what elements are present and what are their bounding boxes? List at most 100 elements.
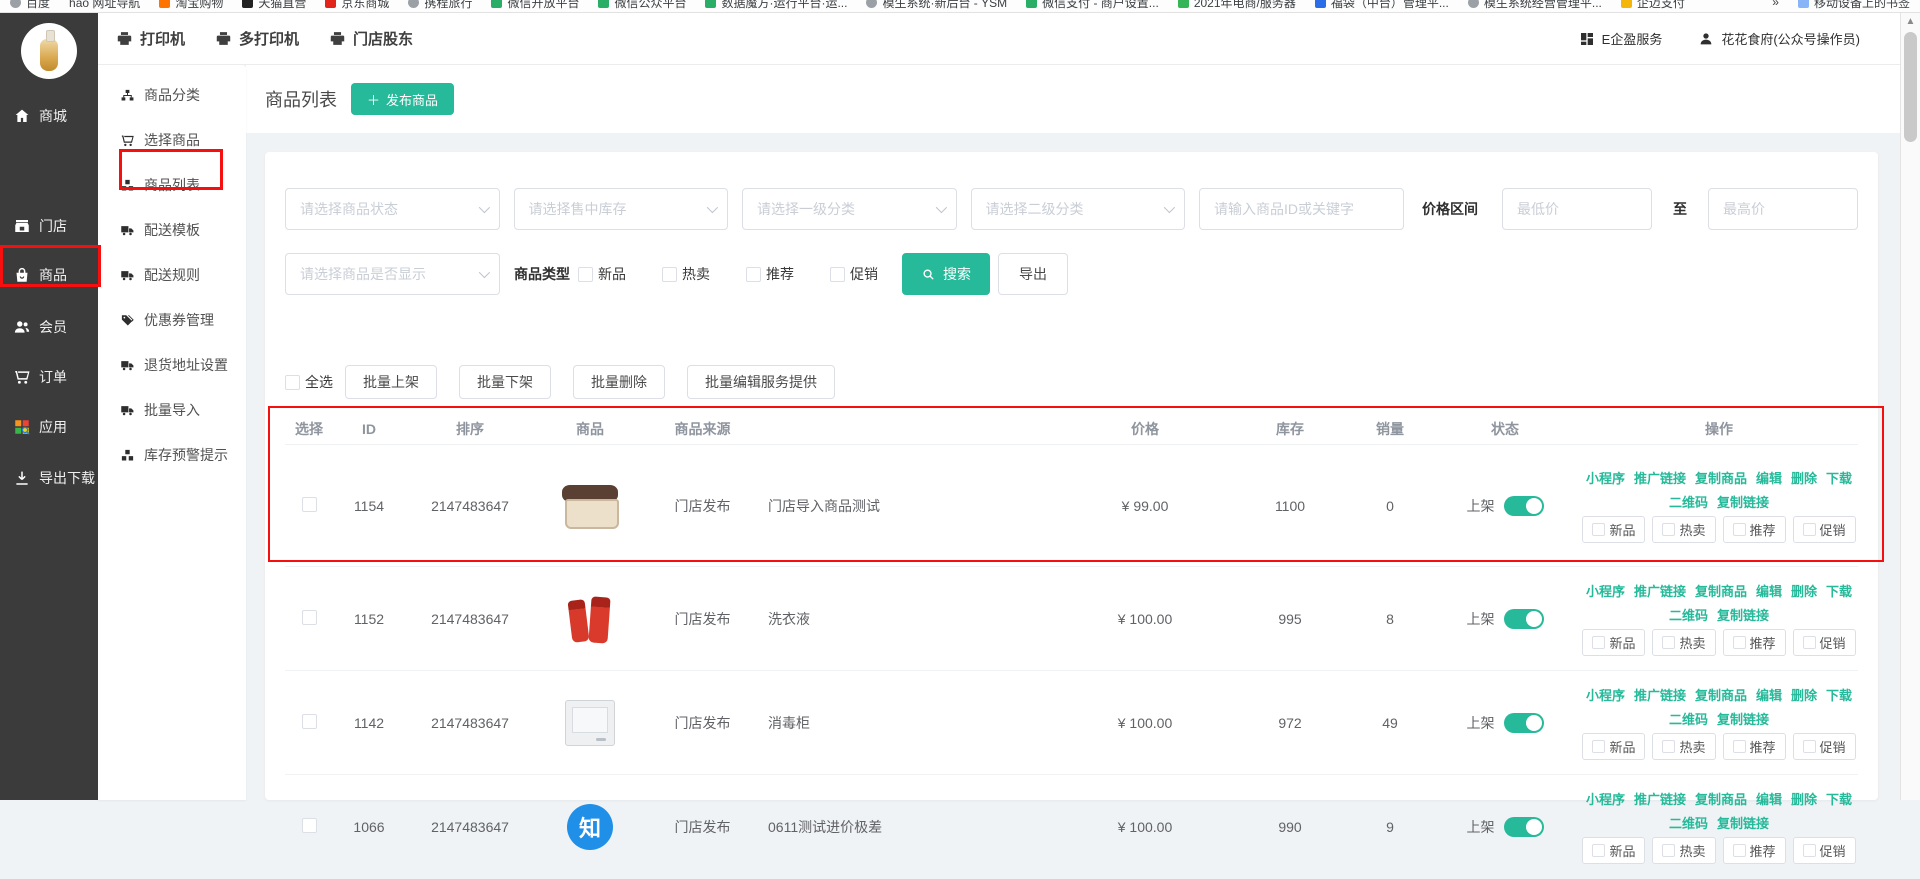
op-link-二维码[interactable]: 二维码 bbox=[1669, 709, 1708, 728]
status-toggle[interactable] bbox=[1504, 817, 1544, 837]
product-type-checkbox[interactable]: 新品 bbox=[578, 264, 626, 284]
op-link-小程序[interactable]: 小程序 bbox=[1586, 581, 1625, 600]
subsidebar-item-商品分类[interactable]: 商品分类 bbox=[98, 73, 246, 117]
subsidebar-item-选择商品[interactable]: 选择商品 bbox=[98, 118, 246, 162]
price-max-input[interactable] bbox=[1708, 188, 1858, 230]
row-checkbox[interactable] bbox=[302, 610, 317, 625]
filter-select[interactable]: 请选择二级分类 bbox=[971, 188, 1186, 230]
sidebar-item-商品[interactable]: 商品 bbox=[0, 263, 98, 287]
op-link-复制商品[interactable]: 复制商品 bbox=[1695, 581, 1747, 600]
batch-button-批量上架[interactable]: 批量上架 bbox=[345, 365, 437, 399]
op-tag-新品[interactable]: 新品 bbox=[1582, 733, 1645, 760]
bookmark-item[interactable]: hao 网址导航 bbox=[69, 0, 140, 11]
op-link-编辑[interactable]: 编辑 bbox=[1756, 581, 1782, 600]
op-link-删除[interactable]: 删除 bbox=[1791, 581, 1817, 600]
row-checkbox[interactable] bbox=[302, 818, 317, 833]
op-link-复制链接[interactable]: 复制链接 bbox=[1717, 605, 1769, 624]
op-link-复制链接[interactable]: 复制链接 bbox=[1717, 709, 1769, 728]
op-tag-新品[interactable]: 新品 bbox=[1582, 837, 1645, 864]
product-type-checkbox[interactable]: 促销 bbox=[830, 264, 878, 284]
sidebar-item-会员[interactable]: 会员 bbox=[0, 315, 98, 339]
op-tag-热卖[interactable]: 热卖 bbox=[1652, 516, 1715, 543]
bookmark-item[interactable]: » bbox=[1772, 0, 1779, 9]
bookmark-item[interactable]: 数据魔方·运行平台·运... bbox=[705, 0, 847, 11]
op-link-下载[interactable]: 下载 bbox=[1826, 685, 1852, 704]
filter-select[interactable]: 请选择一级分类 bbox=[742, 188, 957, 230]
service-menu-item[interactable]: E企盈服务 bbox=[1579, 29, 1663, 48]
bookmark-item[interactable]: 福袋（中台）管理平... bbox=[1315, 0, 1449, 11]
subsidebar-item-配送规则[interactable]: 配送规则 bbox=[98, 253, 246, 297]
op-link-删除[interactable]: 删除 bbox=[1791, 685, 1817, 704]
search-button[interactable]: 搜索 bbox=[902, 253, 990, 295]
op-link-下载[interactable]: 下载 bbox=[1826, 581, 1852, 600]
subsidebar-item-商品列表[interactable]: 商品列表 bbox=[98, 163, 246, 207]
op-tag-促销[interactable]: 促销 bbox=[1793, 733, 1856, 760]
op-link-删除[interactable]: 删除 bbox=[1791, 468, 1817, 487]
sidebar-item-订单[interactable]: 订单 bbox=[0, 365, 98, 389]
op-link-小程序[interactable]: 小程序 bbox=[1586, 468, 1625, 487]
select-all-control[interactable]: 全选 bbox=[285, 372, 333, 392]
op-tag-促销[interactable]: 促销 bbox=[1793, 516, 1856, 543]
op-link-推广链接[interactable]: 推广链接 bbox=[1634, 581, 1686, 600]
row-checkbox[interactable] bbox=[302, 714, 317, 729]
op-link-复制链接[interactable]: 复制链接 bbox=[1717, 492, 1769, 511]
bookmark-item[interactable]: 微信公众平台 bbox=[598, 0, 686, 11]
status-toggle[interactable] bbox=[1504, 496, 1544, 516]
batch-button-批量删除[interactable]: 批量删除 bbox=[573, 365, 665, 399]
op-link-删除[interactable]: 删除 bbox=[1791, 789, 1817, 808]
batch-button-批量下架[interactable]: 批量下架 bbox=[459, 365, 551, 399]
bookmark-item[interactable]: 百度 bbox=[10, 0, 50, 11]
sidebar-item-门店[interactable]: 门店 bbox=[0, 214, 98, 238]
bookmark-item[interactable]: 淘宝购物 bbox=[159, 0, 223, 11]
account-menu-item[interactable]: 花花食府(公众号操作员) bbox=[1698, 29, 1860, 48]
filter-select[interactable]: 请选择售中库存 bbox=[514, 188, 729, 230]
op-tag-促销[interactable]: 促销 bbox=[1793, 629, 1856, 656]
status-toggle[interactable] bbox=[1504, 609, 1544, 629]
bookmark-item[interactable]: 京东商城 bbox=[325, 0, 389, 11]
op-tag-热卖[interactable]: 热卖 bbox=[1652, 837, 1715, 864]
header-button-门店股东[interactable]: 门店股东 bbox=[329, 28, 413, 49]
op-link-小程序[interactable]: 小程序 bbox=[1586, 789, 1625, 808]
op-link-下载[interactable]: 下载 bbox=[1826, 789, 1852, 808]
keyword-input[interactable] bbox=[1199, 188, 1404, 230]
op-link-推广链接[interactable]: 推广链接 bbox=[1634, 468, 1686, 487]
select-all-checkbox[interactable] bbox=[285, 375, 300, 390]
subsidebar-item-退货地址设置[interactable]: 退货地址设置 bbox=[98, 343, 246, 387]
op-link-编辑[interactable]: 编辑 bbox=[1756, 685, 1782, 704]
bookmark-item[interactable]: 天猫直营 bbox=[242, 0, 306, 11]
product-type-checkbox[interactable]: 热卖 bbox=[662, 264, 710, 284]
filter-select[interactable]: 请选择商品状态 bbox=[285, 188, 500, 230]
op-link-推广链接[interactable]: 推广链接 bbox=[1634, 685, 1686, 704]
op-tag-推荐[interactable]: 推荐 bbox=[1723, 516, 1786, 543]
header-button-打印机[interactable]: 打印机 bbox=[116, 28, 185, 49]
op-link-复制商品[interactable]: 复制商品 bbox=[1695, 789, 1747, 808]
scrollbar-thumb[interactable] bbox=[1904, 32, 1917, 142]
op-tag-推荐[interactable]: 推荐 bbox=[1723, 733, 1786, 760]
export-button[interactable]: 导出 bbox=[998, 253, 1068, 295]
price-min-input[interactable] bbox=[1502, 188, 1652, 230]
subsidebar-item-优惠券管理[interactable]: 优惠券管理 bbox=[98, 298, 246, 342]
op-link-二维码[interactable]: 二维码 bbox=[1669, 813, 1708, 832]
bookmark-item[interactable]: 模生系统·新后台 - YSM bbox=[866, 0, 1007, 11]
sidebar-item-商城[interactable]: 商城 bbox=[0, 104, 98, 128]
op-link-复制链接[interactable]: 复制链接 bbox=[1717, 813, 1769, 832]
op-link-编辑[interactable]: 编辑 bbox=[1756, 789, 1782, 808]
op-link-推广链接[interactable]: 推广链接 bbox=[1634, 789, 1686, 808]
bookmark-item[interactable]: 2021年电商/服务器 bbox=[1178, 0, 1296, 11]
scrollbar-up-arrow[interactable]: ▲ bbox=[1901, 13, 1920, 30]
op-link-二维码[interactable]: 二维码 bbox=[1669, 492, 1708, 511]
subsidebar-item-批量导入[interactable]: 批量导入 bbox=[98, 388, 246, 432]
op-tag-新品[interactable]: 新品 bbox=[1582, 516, 1645, 543]
op-link-复制商品[interactable]: 复制商品 bbox=[1695, 468, 1747, 487]
header-button-多打印机[interactable]: 多打印机 bbox=[215, 28, 299, 49]
op-tag-促销[interactable]: 促销 bbox=[1793, 837, 1856, 864]
sidebar-item-导出下载[interactable]: 导出下载 bbox=[0, 466, 98, 490]
bookmark-item[interactable]: 微信开放平台 bbox=[491, 0, 579, 11]
status-toggle[interactable] bbox=[1504, 713, 1544, 733]
product-type-checkbox[interactable]: 推荐 bbox=[746, 264, 794, 284]
bookmark-item[interactable]: 模生系统经营管理平... bbox=[1468, 0, 1602, 11]
page-scrollbar[interactable]: ▲ bbox=[1900, 13, 1920, 800]
row-checkbox[interactable] bbox=[302, 497, 317, 512]
bookmark-item[interactable]: 企迈支付 bbox=[1621, 0, 1685, 11]
subsidebar-item-库存预警提示[interactable]: 库存预警提示 bbox=[98, 433, 246, 477]
